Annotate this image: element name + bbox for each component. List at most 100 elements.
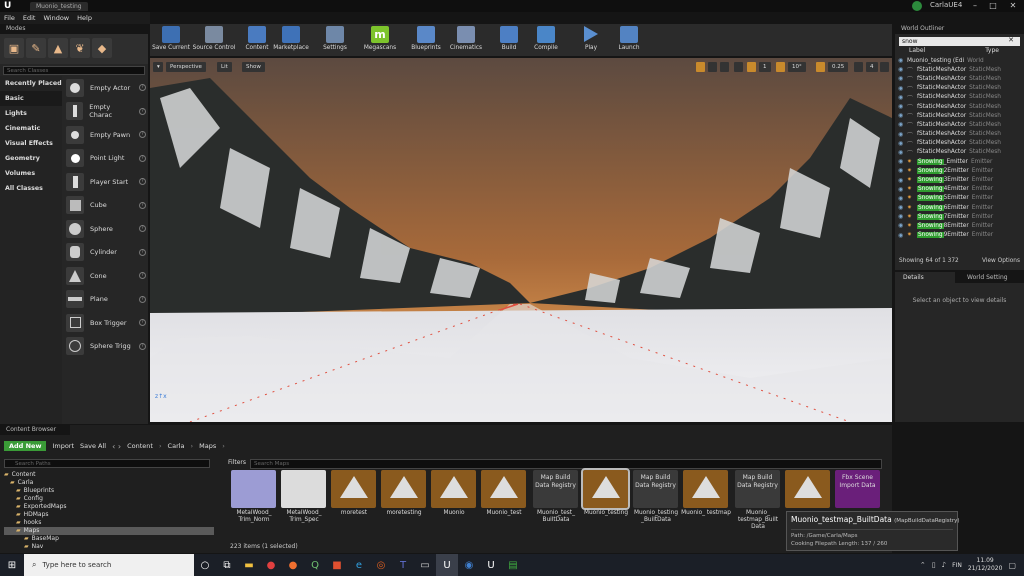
place-item[interactable]: Player Start? [66,170,146,194]
minimize-button[interactable]: – [968,0,982,12]
play-button[interactable]: Play [572,24,610,56]
place-mode-icon[interactable]: ▣ [4,38,24,58]
file-explorer-icon[interactable]: ▬ [238,554,260,576]
place-item[interactable]: Sphere Trigg? [66,335,146,359]
visibility-icon[interactable]: ◉ [898,177,905,184]
visibility-icon[interactable]: ◉ [898,204,905,211]
visibility-icon[interactable]: ◉ [898,186,905,193]
place-item[interactable]: Empty Charac? [66,100,146,124]
add-new-button[interactable]: Add New [4,441,47,451]
place-item[interactable]: Sphere? [66,217,146,241]
place-item[interactable]: Cone? [66,264,146,288]
visibility-icon[interactable]: ◉ [898,195,905,202]
outliner-row[interactable]: ◉ ⌒ fStaticMeshActor StaticMesh [895,84,1024,93]
outliner-row[interactable]: ◉ ⌒ fStaticMeshActor StaticMesh [895,130,1024,139]
outliner-row[interactable]: ◉ ⌒ fStaticMeshActor StaticMesh [895,102,1024,111]
cortana-icon[interactable]: ○ [194,554,216,576]
folder-item[interactable]: ▰ Content [4,471,214,479]
outliner-row[interactable]: ◉ ✷ Snowing8Emitter Emitter [895,221,1024,230]
visibility-icon[interactable]: ◉ [898,213,905,220]
visibility-icon[interactable]: ◉ [898,112,905,119]
geometry-mode-icon[interactable]: ◆ [92,38,112,58]
visibility-icon[interactable]: ◉ [898,103,905,110]
app-icon[interactable]: ◉ [458,554,480,576]
scale-snap-value[interactable]: 0.25 [828,62,849,72]
outliner-root[interactable]: ◉ Muonio_testing (Edi World [895,56,1024,65]
asset-thumbnail[interactable]: Map Build Data Registry [735,470,780,508]
type-column[interactable]: Type [985,47,999,56]
asset-thumbnail[interactable] [281,470,326,508]
import-button[interactable]: Import [52,442,74,450]
transform-icon[interactable] [696,62,705,72]
help-icon[interactable]: ? [139,154,146,162]
outliner-row[interactable]: ◉ ✷ Snowing9Emitter Emitter [895,231,1024,240]
content-button[interactable]: Content [242,24,272,56]
outliner-row[interactable]: ◉ ✷ Snowing4Emitter Emitter [895,185,1024,194]
ubuntu-icon[interactable]: ◎ [370,554,392,576]
folder-item[interactable]: ▰ ExportedMaps [4,503,214,511]
visibility-icon[interactable]: ◉ [898,149,905,156]
asset-thumbnail[interactable] [683,470,728,508]
grid-size[interactable]: 1 [759,62,771,72]
outliner-row[interactable]: ◉ ⌒ fStaticMeshActor StaticMesh [895,111,1024,120]
folder-item[interactable]: ▰ BaseMap [4,535,214,543]
search-paths-input[interactable]: Search Paths [4,459,210,468]
breadcrumb-carla[interactable]: Carla [168,442,185,450]
menu-help[interactable]: Help [77,14,92,22]
outliner-row[interactable]: ◉ ⌒ fStaticMeshActor StaticMesh [895,148,1024,157]
visibility-icon[interactable]: ◉ [898,158,905,165]
outliner-row[interactable]: ◉ ⌒ fStaticMeshActor StaticMesh [895,139,1024,148]
help-icon[interactable]: ? [139,319,146,327]
folder-item[interactable]: ▰ Maps [4,527,214,535]
modes-tab[interactable]: Modes [0,24,148,34]
visibility-icon[interactable]: ◉ [898,75,905,82]
help-icon[interactable]: ? [139,295,146,303]
category-basic[interactable]: Basic [0,91,62,106]
breadcrumb-content[interactable]: Content [127,442,153,450]
launch-button[interactable]: Launch [610,24,648,56]
world-settings-tab[interactable]: World Setting [955,272,1024,283]
view-options-button[interactable]: View Options [982,258,1020,264]
tray-chevron-icon[interactable]: ⌃ [920,561,926,569]
notifications-icon[interactable]: ▢ [1008,561,1016,570]
place-item[interactable]: Cube? [66,194,146,218]
folder-item[interactable]: ▰ Nav [4,543,214,551]
place-item[interactable]: Point Light? [66,147,146,171]
visibility-icon[interactable]: ◉ [898,66,905,73]
source-control-button[interactable]: Source Control [192,24,236,56]
outliner-row[interactable]: ◉ ✷ Snowing7Emitter Emitter [895,212,1024,221]
marketplace-button[interactable]: Marketplace [272,24,310,56]
qgis-icon[interactable]: Q [304,554,326,576]
category-recently-placed[interactable]: Recently Placed [0,76,62,91]
maximize-viewport-icon[interactable] [880,62,889,72]
office-icon[interactable]: ■ [326,554,348,576]
asset-thumbnail[interactable] [785,470,830,508]
asset-thumbnail[interactable]: Map Build Data Registry [533,470,578,508]
category-lights[interactable]: Lights [0,106,62,121]
visibility-icon[interactable]: ◉ [898,94,905,101]
folder-item[interactable]: ▰ Config [4,495,214,503]
help-icon[interactable]: ? [139,201,146,209]
asset-thumbnail[interactable] [581,468,630,510]
blueprints-button[interactable]: Blueprints [406,24,446,56]
outliner-row[interactable]: ◉ ✷ Snowing5Emitter Emitter [895,194,1024,203]
outliner-row[interactable]: ◉ ✷ Snowing3Emitter Emitter [895,175,1024,184]
scale-icon[interactable] [720,62,729,72]
maximize-button[interactable]: □ [986,0,1000,12]
level-viewport[interactable]: ▾ Perspective Lit Show 1 10° 0.25 4 z↑x [150,58,892,422]
unreal-taskbar-icon[interactable]: U [436,554,458,576]
place-item[interactable]: Empty Actor? [66,76,146,100]
lit-button[interactable]: Lit [217,62,232,72]
network-icon[interactable]: ▯ [932,561,936,569]
category-volumes[interactable]: Volumes [0,166,62,181]
windows-start-icon[interactable]: ⊞ [0,554,24,576]
outliner-row[interactable]: ◉ ⌒ fStaticMeshActor StaticMesh [895,120,1024,129]
scale-snap-icon[interactable] [816,62,825,72]
visibility-icon[interactable]: ◉ [898,140,905,147]
details-tab[interactable]: Details [895,272,955,283]
landscape-mode-icon[interactable]: ▲ [48,38,68,58]
visibility-icon[interactable]: ◉ [898,232,905,239]
firefox-icon[interactable]: ● [282,554,304,576]
search-classes-input[interactable]: Search Classes [3,66,145,75]
asset-thumbnail[interactable]: Map Build Data Registry [633,470,678,508]
